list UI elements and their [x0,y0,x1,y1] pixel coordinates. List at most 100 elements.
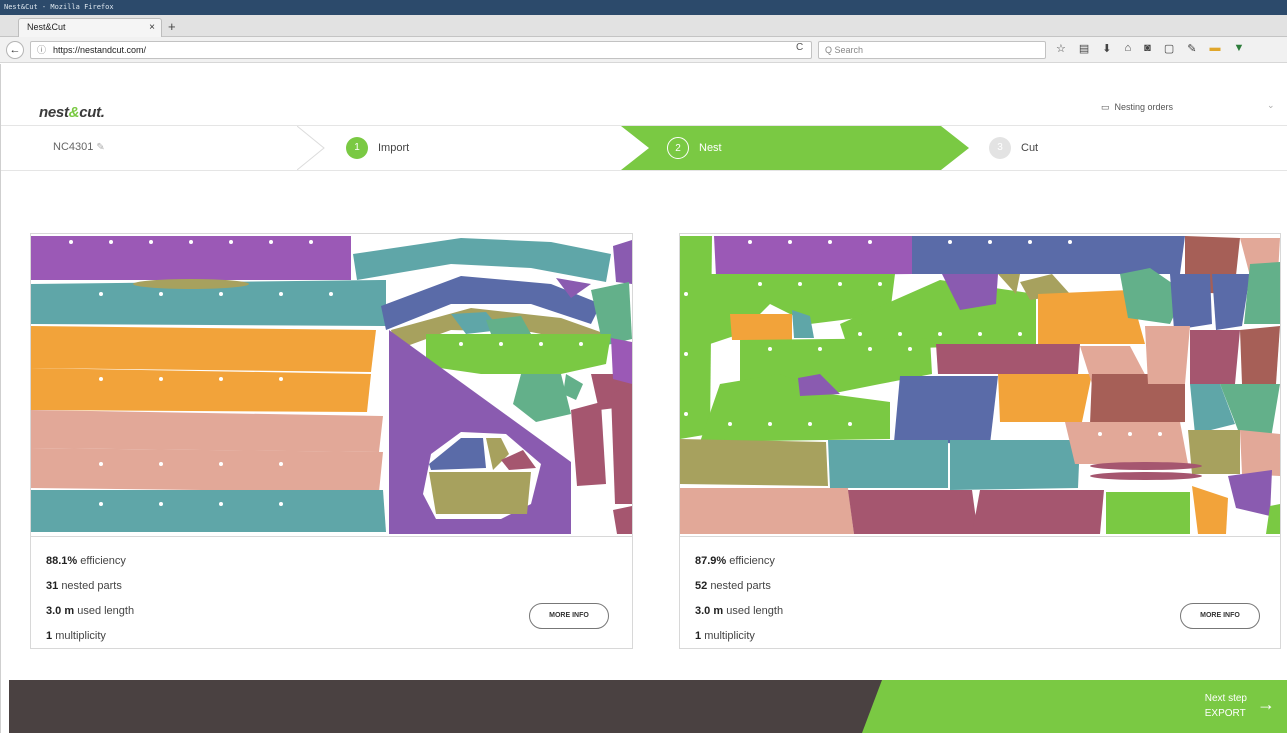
step-import[interactable]: 1 Import [346,126,409,170]
nesting-result-card[interactable]: 87.9% efficiency 52 nested parts 3.0 m u… [679,233,1281,649]
navigation-bar: ← ⓘ https://nestandcut.com/ C Q Search ☆… [0,37,1287,63]
nested-part [912,236,1108,274]
order-id: NC4301 ✎ [53,141,105,153]
nested-part [828,440,948,488]
info-icon[interactable]: ⓘ [37,42,46,58]
step-cut[interactable]: 3 Cut [989,126,1038,170]
nested-part [680,488,854,534]
wallet-icon[interactable]: ▬ [1209,42,1220,55]
reload-button[interactable]: C [796,42,803,53]
step-number: 2 [667,137,689,159]
nesting-layout-preview[interactable] [31,234,632,537]
nesting-layout-preview[interactable] [680,234,1280,537]
nested-part [950,440,1080,490]
nested-part [571,402,606,486]
nested-part [1065,422,1188,464]
nested-part [894,376,998,444]
window-title-bar: Nest&Cut - Mozilla Firefox [0,0,1287,15]
nested-part [1240,430,1280,476]
new-tab-button[interactable]: + [168,19,176,34]
pocket-icon[interactable]: ◙ [1144,42,1151,55]
tab-title: Nest&Cut [27,22,66,32]
next-step-label: Next step [1204,693,1247,704]
workflow-stepper: NC4301 ✎ 1 Import 2 Nest 3 Cut [1,125,1287,171]
app-area: nest&cut. ▭ Nesting orders ⌄ NC4301 ✎ 1 I… [0,64,1287,733]
logo-ampersand: & [68,104,80,121]
nesting-layout-svg [31,236,632,534]
step-label: Nest [699,142,722,154]
nested-part [611,338,632,384]
search-input[interactable]: Q Search [818,41,1046,59]
logo-prefix: nest [39,104,69,121]
nested-part [1090,462,1202,470]
efficiency-stat: 88.1% efficiency [46,549,134,574]
tools-icon[interactable]: ✎ [1187,42,1196,55]
back-button[interactable]: ← [6,41,24,59]
nested-part [611,384,632,504]
efficiency-stat: 87.9% efficiency [695,549,783,574]
nested-part [680,439,828,486]
used-length-value: 3.0 m [46,605,75,617]
multiplicity-stat: 1 multiplicity [46,624,134,649]
nested-parts-stat: 52 nested parts [695,574,783,599]
nested-part [1190,330,1240,384]
clipboard-icon[interactable]: ▤ [1079,42,1089,55]
nested-part [1244,262,1280,324]
nested-part [613,240,632,284]
download-icon[interactable]: ⬇ [1102,42,1111,55]
multiplicity-stat: 1 multiplicity [695,624,783,649]
nested-parts-stat: 31 nested parts [46,574,134,599]
nested-part [1090,472,1202,480]
step-label: Cut [1021,142,1039,154]
nested-part [31,448,383,492]
multiplicity-value: 1 [46,630,53,642]
browser-tab[interactable]: Nest&Cut × [18,18,162,37]
export-label: EXPORT [1204,708,1246,719]
close-tab-icon[interactable]: × [149,19,155,36]
efficiency-label: efficiency [729,555,775,567]
nesting-result-card[interactable]: 88.1% efficiency 31 nested parts 3.0 m u… [30,233,633,649]
nested-part [1108,236,1185,274]
arrow-right-icon: → [1257,694,1275,714]
url-text[interactable]: https://nestandcut.com/ [53,45,146,55]
nestandcut-logo[interactable]: nest&cut. [39,104,105,121]
nested-part [848,490,978,534]
star-icon[interactable]: ☆ [1056,42,1066,55]
nesting-orders-link[interactable]: ▭ Nesting orders [1101,102,1173,113]
nested-part [31,368,371,412]
nested-part [998,374,1092,422]
menu-icon[interactable]: ▼ [1233,42,1244,55]
more-info-button[interactable]: MORE INFO [1180,603,1260,629]
nested-part [613,506,632,534]
nested-part [31,410,383,452]
sync-icon[interactable]: ▢ [1164,42,1174,55]
home-icon[interactable]: ⌂ [1125,42,1132,55]
nested-parts-label: nested parts [61,580,122,592]
url-bar[interactable]: ⓘ https://nestandcut.com/ [30,41,812,59]
pencil-icon[interactable]: ✎ [96,142,104,153]
nested-part [936,344,1080,374]
more-info-button[interactable]: MORE INFO [529,603,609,629]
multiplicity-label: multiplicity [704,630,755,642]
step-divider [297,126,325,170]
next-step-export-button[interactable]: Next step EXPORT → [862,680,1287,733]
nested-part [730,314,792,340]
step-nest[interactable]: 2 Nest [667,126,722,170]
chevron-down-icon[interactable]: ⌄ [1267,100,1275,111]
nested-part [1106,492,1190,534]
nested-part [513,374,571,422]
nesting-layout-svg [680,236,1280,534]
nested-part [429,472,531,514]
nested-part [1145,326,1190,384]
folder-icon: ▭ [1101,102,1110,112]
nesting-stats: 87.9% efficiency 52 nested parts 3.0 m u… [695,549,783,649]
tab-strip: Nest&Cut × + [0,15,1287,37]
step-number: 3 [989,137,1011,159]
used-length-value: 3.0 m [695,605,724,617]
used-length-stat: 3.0 m used length [695,599,783,624]
efficiency-value: 87.9% [695,555,727,567]
nested-parts-label: nested parts [710,580,771,592]
nested-parts-value: 52 [695,580,708,592]
nested-part [1170,274,1212,330]
nested-part [31,326,376,372]
